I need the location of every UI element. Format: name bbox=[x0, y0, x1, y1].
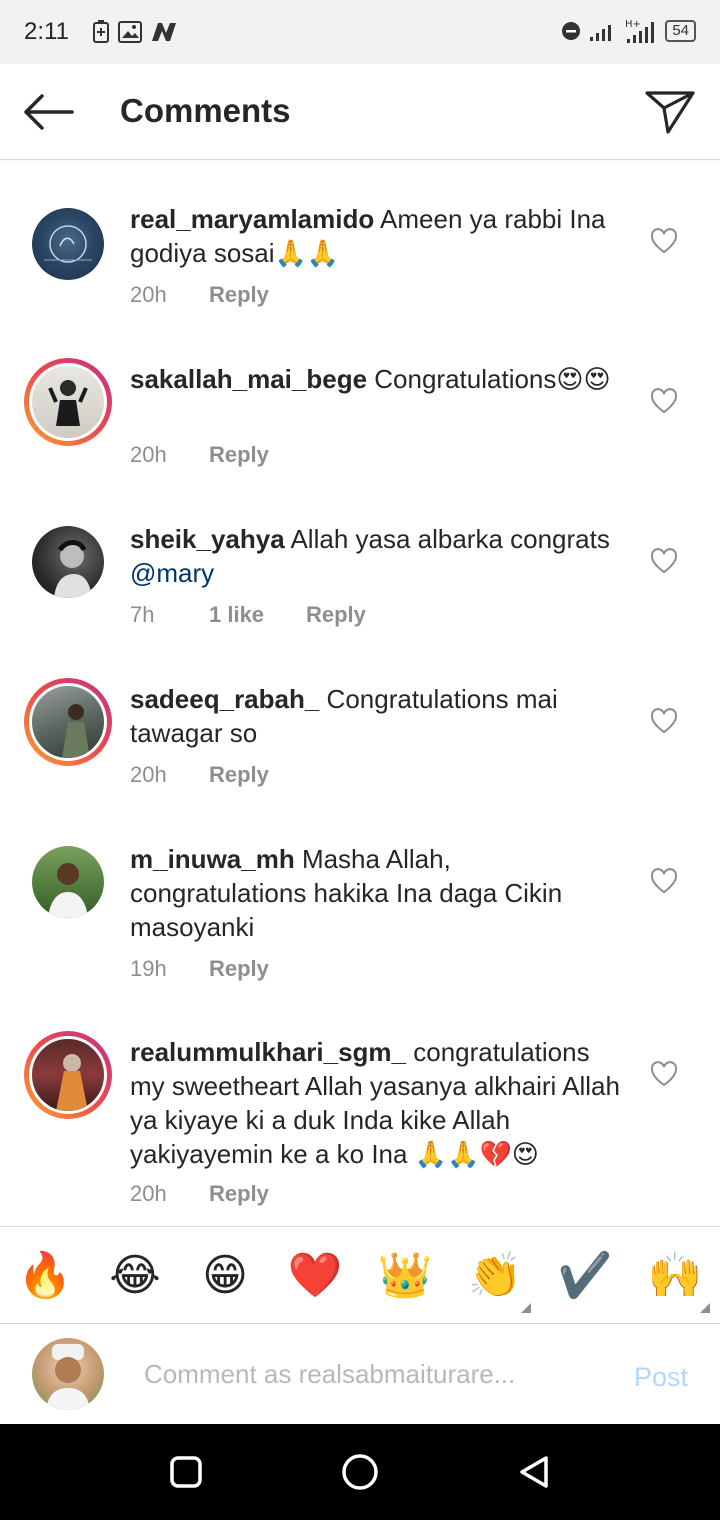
header: Comments bbox=[0, 64, 720, 160]
like-heart-icon[interactable] bbox=[650, 708, 678, 734]
gallery-icon bbox=[118, 21, 142, 43]
emoji-heart-button[interactable]: ❤️ bbox=[285, 1249, 345, 1303]
avatar[interactable] bbox=[24, 1031, 112, 1119]
mention-link[interactable]: @mary bbox=[130, 558, 214, 588]
avatar[interactable] bbox=[24, 358, 112, 446]
comment-text: sakallah_mai_bege Congratulations😍😍 bbox=[130, 362, 630, 396]
status-time: 2:11 bbox=[24, 18, 69, 45]
comment-text: real_maryamlamido Ameen ya rabbi Ina god… bbox=[130, 202, 630, 270]
comment-time: 20h bbox=[130, 762, 167, 787]
status-bar: 2:11 H+ 54 bbox=[0, 0, 720, 64]
my-avatar bbox=[32, 1338, 104, 1410]
like-heart-icon[interactable] bbox=[650, 1061, 678, 1087]
emoji-crown-button[interactable]: 👑 bbox=[375, 1249, 435, 1303]
avatar-person-icon bbox=[62, 704, 90, 758]
comment-username[interactable]: sadeeq_rabah_ bbox=[130, 684, 319, 714]
skin-tone-corner-icon bbox=[700, 1303, 710, 1313]
battery-saver-icon bbox=[93, 20, 109, 43]
app-n-icon bbox=[152, 23, 176, 41]
home-circle-icon[interactable] bbox=[340, 1452, 380, 1492]
avatar-person-icon bbox=[56, 1054, 88, 1111]
comment-meta: 20h Reply bbox=[130, 762, 269, 788]
like-heart-icon[interactable] bbox=[650, 868, 678, 894]
comment-time: 20h bbox=[130, 1181, 167, 1206]
emoji-raised-hands-button[interactable]: 🙌 bbox=[645, 1249, 705, 1303]
emoji-clap-button[interactable]: 👏 bbox=[465, 1249, 525, 1303]
direct-send-icon[interactable] bbox=[644, 88, 696, 136]
emoji-check-button[interactable]: ✔️ bbox=[555, 1249, 615, 1303]
comment-text: sadeeq_rabah_ Congratulations mai tawaga… bbox=[130, 682, 630, 750]
back-arrow-icon[interactable] bbox=[20, 88, 76, 136]
comment-username[interactable]: sheik_yahya bbox=[130, 524, 285, 554]
like-count[interactable]: 1 like bbox=[209, 602, 306, 628]
avatar-person-icon bbox=[46, 1344, 90, 1410]
comment-composer: Post bbox=[0, 1324, 720, 1424]
comment-text: sheik_yahya Allah yasa albarka congrats … bbox=[130, 522, 630, 590]
avatar[interactable] bbox=[24, 838, 112, 926]
emoji-grin-button[interactable]: 😁 bbox=[195, 1249, 255, 1303]
comment-text: realummulkhari_sgm_ congratulations my s… bbox=[130, 1035, 630, 1171]
comment-username[interactable]: realummulkhari_sgm_ bbox=[130, 1037, 406, 1067]
avatar[interactable] bbox=[24, 518, 112, 606]
system-icons: H+ 54 bbox=[561, 18, 696, 44]
comment-time: 7h bbox=[130, 602, 155, 627]
comments-list[interactable]: real_maryamlamido Ameen ya rabbi Ina god… bbox=[0, 160, 720, 1226]
comment-body: Congratulations😍😍 bbox=[367, 364, 611, 394]
comment-body: Allah yasa albarka congrats bbox=[284, 524, 610, 554]
battery-icon: 54 bbox=[665, 20, 696, 42]
comment-time: 19h bbox=[130, 956, 167, 981]
comment-meta: 20h Reply bbox=[130, 442, 269, 468]
comment-meta: 20h Reply bbox=[130, 282, 269, 308]
reply-button[interactable]: Reply bbox=[306, 602, 366, 628]
back-triangle-icon[interactable] bbox=[514, 1452, 554, 1492]
reply-button[interactable]: Reply bbox=[209, 282, 269, 308]
comment-input[interactable] bbox=[144, 1354, 584, 1394]
comment-username[interactable]: sakallah_mai_bege bbox=[130, 364, 367, 394]
comment-username[interactable]: m_inuwa_mh bbox=[130, 844, 295, 874]
like-heart-icon[interactable] bbox=[650, 388, 678, 414]
comment-time: 20h bbox=[130, 282, 167, 307]
avatar-person-icon bbox=[54, 540, 92, 598]
emoji-quick-bar: 🔥 😂 😁 ❤️ 👑 👏 ✔️ 🙌 bbox=[0, 1226, 720, 1324]
do-not-disturb-icon bbox=[562, 22, 581, 40]
avatar-logo-icon bbox=[44, 225, 92, 263]
comment-meta: 19h Reply bbox=[130, 956, 269, 982]
reply-button[interactable]: Reply bbox=[209, 762, 269, 788]
avatar[interactable] bbox=[24, 200, 112, 288]
emoji-fire-button[interactable]: 🔥 bbox=[15, 1249, 75, 1303]
post-button[interactable]: Post bbox=[634, 1362, 688, 1393]
reply-button[interactable]: Reply bbox=[209, 956, 269, 982]
like-heart-icon[interactable] bbox=[650, 228, 678, 254]
avatar-person-icon bbox=[48, 863, 88, 918]
comment-username[interactable]: real_maryamlamido bbox=[130, 204, 374, 234]
svg-text:H+: H+ bbox=[625, 19, 641, 30]
reply-button[interactable]: Reply bbox=[209, 442, 269, 468]
comment-meta: 20h Reply bbox=[130, 1181, 269, 1207]
comment-time: 20h bbox=[130, 442, 167, 467]
avatar[interactable] bbox=[24, 678, 112, 766]
comment-meta: 7h 1 like Reply bbox=[130, 602, 366, 628]
like-heart-icon[interactable] bbox=[650, 548, 678, 574]
system-nav-bar bbox=[0, 1424, 720, 1520]
recents-square-icon[interactable] bbox=[166, 1452, 206, 1492]
skin-tone-corner-icon bbox=[521, 1303, 531, 1313]
reply-button[interactable]: Reply bbox=[209, 1181, 269, 1207]
signal-hplus-icon: H+ bbox=[625, 19, 655, 43]
notification-icons bbox=[92, 20, 178, 44]
emoji-laugh-button[interactable]: 😂 bbox=[105, 1249, 165, 1303]
comment-text: m_inuwa_mh Masha Allah, congratulations … bbox=[130, 842, 630, 944]
avatar-person-icon bbox=[48, 380, 88, 426]
page-title: Comments bbox=[120, 92, 291, 129]
signal-icon bbox=[590, 25, 612, 41]
